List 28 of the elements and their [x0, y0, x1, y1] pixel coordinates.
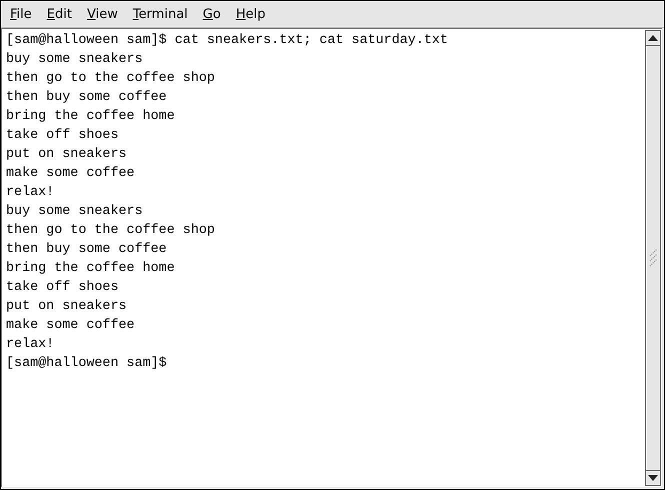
- terminal-line: take off shoes: [6, 279, 120, 297]
- terminal-line: take off shoes: [6, 127, 120, 145]
- terminal-line: relax!: [6, 184, 56, 202]
- terminal-line: buy some sneakers: [6, 51, 144, 69]
- terminal-line: bring the coffee home: [6, 108, 176, 126]
- terminal-line: bring the coffee home: [6, 260, 176, 278]
- grip-icon: [648, 249, 658, 267]
- terminal-line: buy some sneakers: [6, 203, 144, 221]
- terminal-line: [sam@halloween sam]$ cat sneakers.txt; cat saturday.txt: [6, 32, 449, 50]
- menu-item[interactable]: Help: [234, 6, 274, 22]
- terminal-line: [sam@halloween sam]$: [6, 355, 168, 373]
- menu-item[interactable]: Edit: [46, 6, 80, 22]
- terminal-line: make some coffee: [6, 317, 136, 335]
- menu-item[interactable]: File: [9, 6, 40, 22]
- down-arrow-icon: [648, 475, 658, 481]
- terminal-line: put on sneakers: [6, 146, 128, 164]
- menu-item[interactable]: Terminal: [132, 6, 196, 22]
- up-arrow-icon: [648, 35, 658, 41]
- scrollbar[interactable]: [645, 30, 661, 486]
- terminal-line: make some coffee: [6, 165, 136, 183]
- terminal-line: then buy some coffee: [6, 241, 168, 259]
- terminal-line: put on sneakers: [6, 298, 128, 316]
- terminal-line: relax!: [6, 336, 56, 354]
- menu-item[interactable]: Go: [202, 6, 229, 22]
- menu-item[interactable]: View: [86, 6, 126, 22]
- terminal-line: then go to the coffee shop: [6, 222, 216, 240]
- terminal-line: then go to the coffee shop: [6, 70, 216, 88]
- terminal-line: then buy some coffee: [6, 89, 168, 107]
